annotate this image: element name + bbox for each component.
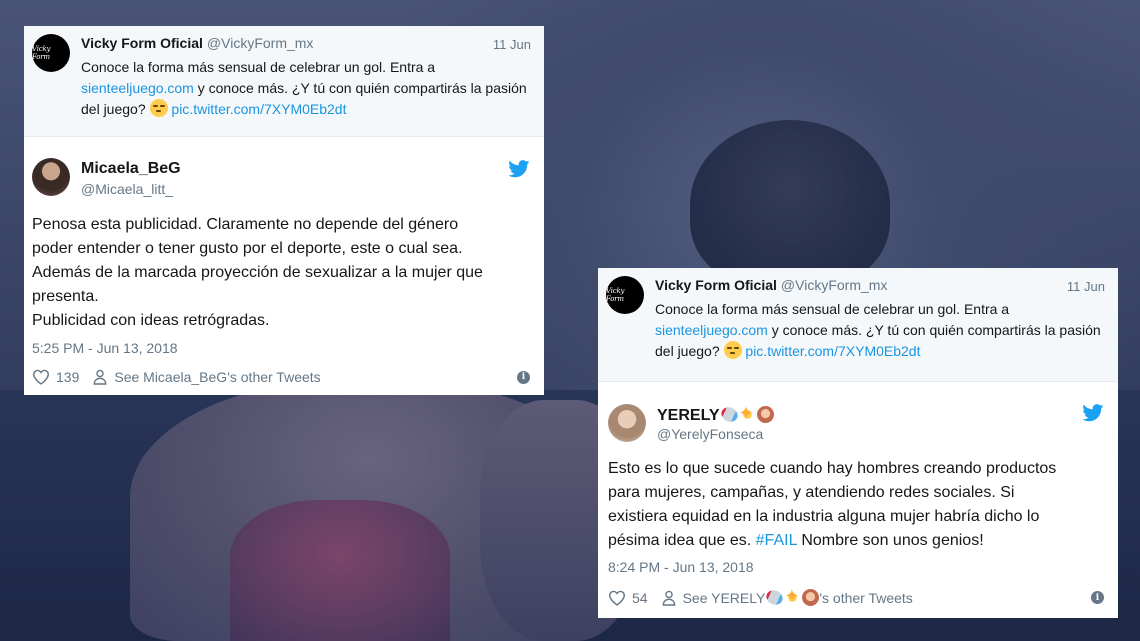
quoted-handle[interactable]: @VickyForm_mx	[781, 277, 888, 293]
sparkles-emoji-icon	[738, 403, 756, 424]
vicky-form-logo: Vicky Form	[606, 287, 625, 303]
quoted-text: Conoce la forma más sensual de celebrar …	[81, 57, 536, 120]
tweet-text: Penosa esta publicidad. Claramente no de…	[32, 213, 537, 333]
avatar[interactable]	[32, 158, 70, 196]
info-icon[interactable]: i	[1091, 591, 1104, 604]
tweet-text: Esto es lo que sucede cuando hay hombres…	[608, 457, 1113, 553]
person-icon	[662, 590, 675, 606]
quoted-tweet[interactable]: Vicky Form Vicky Form Oficial @VickyForm_…	[24, 26, 544, 137]
smirk-emoji-icon	[723, 341, 742, 359]
quoted-text: Conoce la forma más sensual de celebrar …	[655, 299, 1110, 362]
tweet-text-line: existiera equidad en la industria alguna…	[608, 508, 1040, 525]
quoted-text-part-1: Conoce la forma más sensual de celebrar …	[655, 301, 1010, 317]
avatar[interactable]	[608, 404, 646, 442]
tweet-timestamp[interactable]: 8:24 PM - Jun 13, 2018	[608, 559, 754, 575]
tweet-card-yerely[interactable]: Vicky Form Vicky Form Oficial @VickyForm_…	[598, 268, 1118, 618]
see-other-tweets-suffix[interactable]: 's other Tweets	[819, 590, 912, 606]
quoted-link-pic[interactable]: pic.twitter.com/7XYM0Eb2dt	[171, 101, 346, 117]
tweet-text-line: Esto es lo que sucede cuando hay hombres…	[608, 460, 1057, 477]
smirk-emoji-icon	[149, 99, 168, 117]
tweet-actions: 54 See YERELY 's other Tweets i	[608, 586, 1104, 608]
woman-emoji-icon	[756, 406, 774, 423]
quoted-author[interactable]: Vicky Form Oficial @VickyForm_mx	[655, 277, 887, 293]
tweet-text-line: pésima idea que es. #FAIL Nombre son uno…	[608, 529, 1113, 553]
tweet-card-micaela[interactable]: Vicky Form Vicky Form Oficial @VickyForm_…	[24, 26, 544, 395]
quoted-date[interactable]: 11 Jun	[1067, 279, 1105, 294]
author-handle[interactable]: @YerelyFonseca	[657, 426, 763, 442]
see-other-tweets-prefix[interactable]: See YERELY	[683, 590, 766, 606]
twitter-bird-icon[interactable]	[1082, 404, 1104, 422]
quoted-link-site[interactable]: sienteeljuego.com	[655, 322, 768, 338]
twitter-bird-icon[interactable]	[508, 160, 530, 178]
tweet-text-line: Además de la marcada proyección de sexua…	[32, 264, 483, 281]
like-count[interactable]: 139	[56, 369, 79, 385]
person-icon	[93, 369, 107, 385]
author-name[interactable]: Micaela_BeG	[81, 160, 181, 178]
quoted-avatar[interactable]: Vicky Form	[32, 34, 70, 72]
quoted-tweet[interactable]: Vicky Form Vicky Form Oficial @VickyForm_…	[598, 268, 1118, 382]
rocket-emoji-icon	[719, 404, 739, 425]
author-name-text[interactable]: YERELY	[657, 407, 720, 424]
heart-icon[interactable]	[32, 369, 50, 385]
info-icon[interactable]: i	[517, 370, 530, 384]
tweet-text-line: para mujeres, campañas, y atendiendo red…	[608, 484, 1015, 501]
tweet-actions: 139 See Micaela_BeG's other Tweets i	[32, 369, 530, 385]
woman-emoji-icon	[802, 589, 820, 606]
quoted-text-part-1: Conoce la forma más sensual de celebrar …	[81, 59, 436, 75]
quoted-name[interactable]: Vicky Form Oficial	[655, 277, 777, 293]
hashtag-fail-link[interactable]: #FAIL	[756, 532, 797, 549]
tweet-text-part: Nombre son unos genios!	[796, 532, 984, 549]
sparkles-emoji-icon	[784, 586, 802, 607]
author-name[interactable]: YERELY	[657, 403, 774, 425]
quoted-author[interactable]: Vicky Form Oficial @VickyForm_mx	[81, 35, 313, 51]
see-other-tweets-link[interactable]: See Micaela_BeG's other Tweets	[114, 369, 320, 385]
rocket-emoji-icon	[765, 587, 785, 608]
quoted-avatar[interactable]: Vicky Form	[606, 276, 644, 314]
see-other-tweets-link[interactable]: See YERELY 's other Tweets	[683, 586, 913, 608]
quoted-link-site[interactable]: sienteeljuego.com	[81, 80, 194, 96]
author-handle[interactable]: @Micaela_litt_	[81, 181, 173, 197]
tweet-text-part: pésima idea que es.	[608, 532, 756, 549]
tweet-timestamp[interactable]: 5:25 PM - Jun 13, 2018	[32, 340, 178, 356]
quoted-date[interactable]: 11 Jun	[493, 37, 531, 52]
tweet-text-line: presenta.	[32, 288, 99, 305]
like-count[interactable]: 54	[632, 590, 648, 606]
heart-icon[interactable]	[608, 590, 626, 606]
quoted-link-pic[interactable]: pic.twitter.com/7XYM0Eb2dt	[745, 343, 920, 359]
tweet-text-line: Penosa esta publicidad. Claramente no de…	[32, 216, 459, 233]
quoted-name[interactable]: Vicky Form Oficial	[81, 35, 203, 51]
tweet-text-line: Publicidad con ideas retrógradas.	[32, 312, 270, 329]
vicky-form-logo: Vicky Form	[32, 45, 51, 61]
quoted-handle[interactable]: @VickyForm_mx	[207, 35, 314, 51]
tweet-text-line: poder entender o tener gusto por el depo…	[32, 240, 463, 257]
